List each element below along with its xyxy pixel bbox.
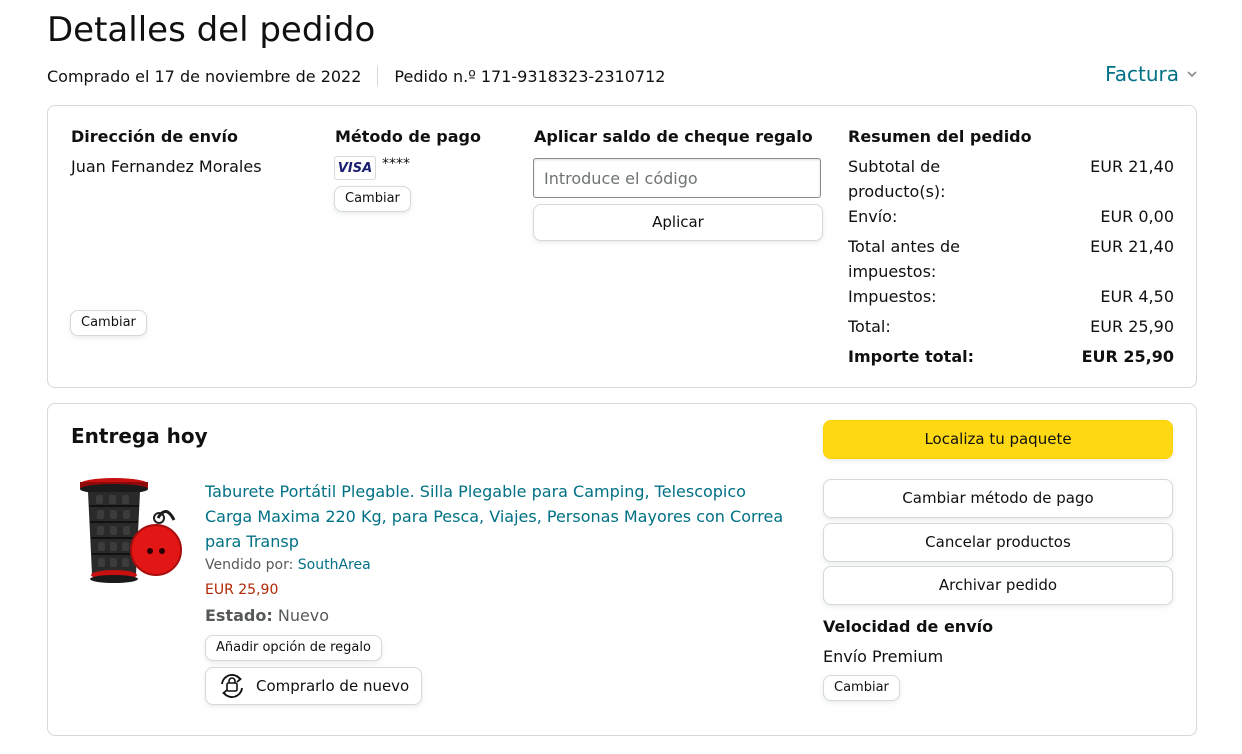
sold-by-label: Vendido por: [205, 557, 294, 573]
buy-again-label: Comprarlo de nuevo [256, 677, 410, 695]
page-title: Detalles del pedido [47, 10, 376, 50]
summary-row: Total antes de impuestos: EUR 21,40 [848, 234, 1174, 284]
archive-order-button[interactable]: Archivar pedido [823, 566, 1173, 605]
summary-value: EUR 0,00 [1100, 207, 1174, 226]
gift-code-input[interactable] [533, 158, 821, 198]
product-image[interactable] [76, 476, 196, 588]
summary-label: Subtotal de producto(s): [848, 157, 946, 201]
summary-label: Total antes de impuestos: [848, 237, 960, 281]
summary-row: Impuestos: EUR 4,50 [848, 284, 1174, 309]
order-info-card: Dirección de envío Juan Fernandez Morale… [47, 105, 1197, 388]
summary-label: Envío: [848, 207, 898, 226]
order-number: Pedido n.º 171-9318323-2310712 [394, 66, 666, 86]
change-payment-method-button[interactable]: Cambiar método de pago [823, 479, 1173, 518]
delivery-card: Entrega hoy Taburete Portátil Plegable. … [47, 403, 1197, 736]
seller-line: Vendido por: SouthArea [205, 557, 371, 573]
summary-row: Total: EUR 25,90 [848, 314, 1174, 339]
shipping-speed-heading: Velocidad de envío [823, 617, 994, 636]
buy-again-icon [221, 674, 243, 698]
summary-total-row: Importe total: EUR 25,90 [848, 344, 1174, 369]
visa-card-icon: VISA [334, 156, 376, 180]
giftcard-heading: Aplicar saldo de cheque regalo [534, 127, 813, 146]
summary-label: Total: [848, 317, 891, 336]
summary-row: Subtotal de producto(s): EUR 21,40 [848, 154, 1174, 204]
apply-button[interactable]: Aplicar [533, 204, 823, 241]
order-meta: Comprado el 17 de noviembre de 2022 Pedi… [47, 66, 665, 86]
summary-value: EUR 25,90 [1090, 317, 1174, 336]
delivery-heading: Entrega hoy [71, 424, 208, 448]
shipping-heading: Dirección de envío [71, 127, 238, 146]
change-shipping-speed-button[interactable]: Cambiar [823, 675, 900, 701]
product-condition: Estado: Nuevo [205, 606, 329, 625]
summary-label: Impuestos: [848, 287, 937, 306]
add-gift-option-button[interactable]: Añadir opción de regalo [205, 635, 382, 661]
invoice-label: Factura [1105, 62, 1179, 86]
card-mask: **** [382, 156, 410, 172]
shipping-speed-value: Envío Premium [823, 647, 944, 666]
summary-value: EUR 21,40 [1090, 157, 1174, 176]
cancel-items-button[interactable]: Cancelar productos [823, 523, 1173, 562]
product-title-link[interactable]: Taburete Portátil Plegable. Silla Plegab… [205, 479, 785, 554]
change-payment-button[interactable]: Cambiar [334, 186, 411, 212]
summary-value: EUR 21,40 [1090, 237, 1174, 256]
condition-value: Nuevo [277, 606, 330, 625]
purchase-date: Comprado el 17 de noviembre de 2022 [47, 66, 362, 86]
payment-heading: Método de pago [335, 127, 481, 146]
invoice-dropdown[interactable]: Factura [1105, 62, 1197, 86]
shipping-name: Juan Fernandez Morales [71, 157, 262, 176]
summary-value: EUR 25,90 [1081, 347, 1174, 366]
summary-row: Envío: EUR 0,00 [848, 204, 1174, 229]
change-address-button[interactable]: Cambiar [70, 310, 147, 336]
summary-label: Importe total: [848, 347, 974, 366]
summary-value: EUR 4,50 [1100, 287, 1174, 306]
buy-again-button[interactable]: Comprarlo de nuevo [205, 667, 423, 705]
product-price: EUR 25,90 [205, 582, 279, 598]
condition-label: Estado: [205, 606, 273, 625]
track-package-button[interactable]: Localiza tu paquete [823, 420, 1173, 459]
visa-label: VISA [337, 160, 373, 176]
summary-heading: Resumen del pedido [848, 127, 1032, 146]
meta-divider [377, 66, 379, 86]
chevron-down-icon [1187, 71, 1197, 78]
seller-link[interactable]: SouthArea [298, 557, 371, 573]
